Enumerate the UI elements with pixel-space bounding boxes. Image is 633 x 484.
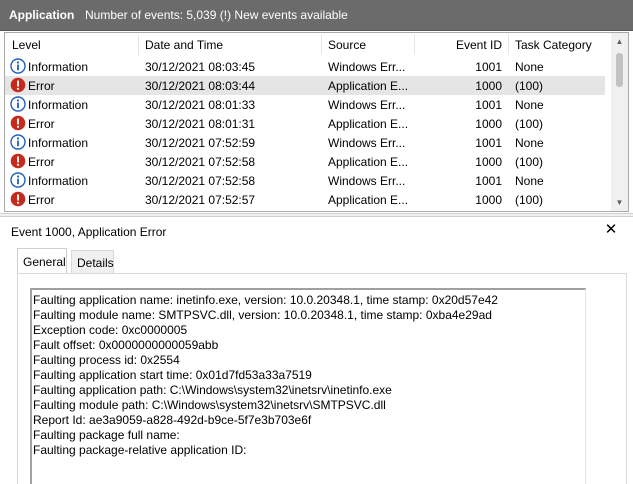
description-line: Exception code: 0xc0000005 bbox=[33, 323, 188, 337]
event-level: Error bbox=[28, 193, 55, 207]
event-level: Information bbox=[28, 174, 89, 188]
event-date: 30/12/2021 08:03:45 bbox=[145, 60, 256, 74]
scroll-up-arrow-icon[interactable]: ▲ bbox=[611, 33, 628, 50]
event-source: Application E... bbox=[328, 79, 409, 93]
event-row[interactable]: Information 30/12/2021 08:01:33 Windows Er… bbox=[5, 95, 605, 114]
event-level: Error bbox=[28, 155, 55, 169]
description-line: Faulting application name: inetinfo.exe,… bbox=[33, 293, 498, 307]
event-detail-panel: Event 1000, Application Error ✕ General … bbox=[4, 218, 629, 484]
scrollbar-thumb[interactable] bbox=[616, 53, 623, 87]
description-line: Faulting module name: SMTPSVC.dll, versi… bbox=[33, 308, 492, 322]
event-category: None bbox=[515, 60, 544, 74]
event-category: (100) bbox=[515, 155, 544, 169]
error-icon bbox=[10, 191, 26, 207]
event-description-box[interactable]: Faulting application name: inetinfo.exe,… bbox=[30, 288, 586, 484]
event-id: 1000 bbox=[475, 193, 502, 207]
event-level: Information bbox=[28, 136, 89, 150]
description-line: Faulting application start time: 0x01d7f… bbox=[33, 368, 312, 382]
column-divider[interactable] bbox=[414, 35, 415, 55]
column-header-event-id[interactable]: Event ID bbox=[445, 38, 502, 56]
event-row[interactable]: Error 30/12/2021 08:03:44 Application E...… bbox=[5, 76, 605, 95]
log-title: Application bbox=[9, 8, 75, 22]
scroll-down-arrow-icon[interactable]: ▼ bbox=[611, 194, 628, 211]
event-id: 1001 bbox=[475, 136, 502, 150]
event-row[interactable]: Information 30/12/2021 08:03:45 Windows Er… bbox=[5, 57, 605, 76]
event-level: Error bbox=[28, 79, 55, 93]
general-tab-content: Faulting application name: inetinfo.exe,… bbox=[17, 273, 627, 484]
info-icon bbox=[10, 96, 26, 112]
event-date: 30/12/2021 07:52:58 bbox=[145, 155, 256, 169]
close-icon[interactable]: ✕ bbox=[602, 221, 620, 239]
event-date: 30/12/2021 08:01:31 bbox=[145, 117, 256, 131]
error-icon bbox=[10, 153, 26, 169]
event-source: Application E... bbox=[328, 155, 409, 169]
event-row[interactable]: Error 30/12/2021 08:01:31 Application E...… bbox=[5, 114, 605, 133]
column-header-task-category[interactable]: Task Category bbox=[515, 38, 592, 56]
event-date: 30/12/2021 07:52:59 bbox=[145, 136, 256, 150]
event-id: 1001 bbox=[475, 98, 502, 112]
event-date: 30/12/2021 07:52:57 bbox=[145, 193, 256, 207]
info-icon bbox=[10, 172, 26, 188]
description-line: Fault offset: 0x0000000000059abb bbox=[33, 338, 219, 352]
event-date: 30/12/2021 07:52:58 bbox=[145, 174, 256, 188]
event-source: Windows Err... bbox=[328, 136, 406, 150]
event-source: Application E... bbox=[328, 117, 409, 131]
event-category: (100) bbox=[515, 79, 544, 93]
description-line: Faulting process id: 0x2554 bbox=[33, 353, 180, 367]
event-level: Information bbox=[28, 98, 89, 112]
list-scrollbar[interactable]: ▲ ▼ bbox=[611, 33, 628, 211]
event-rows: Information 30/12/2021 08:03:45 Windows Er… bbox=[5, 57, 612, 209]
column-header-level[interactable]: Level bbox=[12, 38, 41, 56]
event-list: Level Date and Time Source Event ID Task… bbox=[4, 32, 629, 212]
event-id: 1001 bbox=[475, 60, 502, 74]
event-row[interactable]: Information 30/12/2021 07:52:59 Windows Er… bbox=[5, 133, 605, 152]
column-divider[interactable] bbox=[508, 35, 509, 55]
info-icon bbox=[10, 58, 26, 74]
panel-splitter[interactable] bbox=[0, 213, 633, 217]
event-description-text: Faulting application name: inetinfo.exe,… bbox=[33, 293, 498, 458]
description-line: Faulting package full name: bbox=[33, 428, 180, 442]
event-row[interactable]: Error 30/12/2021 07:52:57 Application E...… bbox=[5, 190, 605, 209]
event-detail-title: Event 1000, Application Error bbox=[11, 225, 167, 239]
event-count-status: Number of events: 5,039 (!) New events a… bbox=[85, 8, 348, 22]
column-divider[interactable] bbox=[321, 35, 322, 55]
event-category: (100) bbox=[515, 193, 544, 207]
column-divider[interactable] bbox=[138, 35, 139, 55]
column-headers: Level Date and Time Source Event ID Task… bbox=[5, 33, 612, 57]
event-category: (100) bbox=[515, 117, 544, 131]
event-id: 1001 bbox=[475, 174, 502, 188]
info-icon bbox=[10, 134, 26, 150]
event-level: Information bbox=[28, 60, 89, 74]
event-level: Error bbox=[28, 117, 55, 131]
error-icon bbox=[10, 77, 26, 93]
tab-details[interactable]: Details bbox=[71, 250, 114, 274]
event-row[interactable]: Information 30/12/2021 07:52:58 Windows Er… bbox=[5, 171, 605, 190]
event-source: Windows Err... bbox=[328, 174, 406, 188]
column-header-date[interactable]: Date and Time bbox=[145, 38, 223, 56]
column-header-source[interactable]: Source bbox=[328, 38, 366, 56]
description-line: Faulting package-relative application ID… bbox=[33, 443, 247, 457]
event-category: None bbox=[515, 136, 544, 150]
description-line: Faulting application path: C:\Windows\sy… bbox=[33, 383, 392, 397]
event-row[interactable]: Error 30/12/2021 07:52:58 Application E...… bbox=[5, 152, 605, 171]
event-date: 30/12/2021 08:01:33 bbox=[145, 98, 256, 112]
description-line: Faulting module path: C:\Windows\system3… bbox=[33, 398, 386, 412]
event-source: Windows Err... bbox=[328, 98, 406, 112]
event-id: 1000 bbox=[475, 155, 502, 169]
event-id: 1000 bbox=[475, 117, 502, 131]
event-source: Application E... bbox=[328, 193, 409, 207]
tab-general[interactable]: General bbox=[17, 248, 67, 273]
event-category: None bbox=[515, 98, 544, 112]
log-header: Application Number of events: 5,039 (!) … bbox=[0, 0, 633, 31]
description-line: Report Id: ae3a9059-a828-492d-b9ce-5f7e3… bbox=[33, 413, 312, 427]
event-source: Windows Err... bbox=[328, 60, 406, 74]
error-icon bbox=[10, 115, 26, 131]
event-id: 1000 bbox=[475, 79, 502, 93]
event-date: 30/12/2021 08:03:44 bbox=[145, 79, 256, 93]
event-category: None bbox=[515, 174, 544, 188]
